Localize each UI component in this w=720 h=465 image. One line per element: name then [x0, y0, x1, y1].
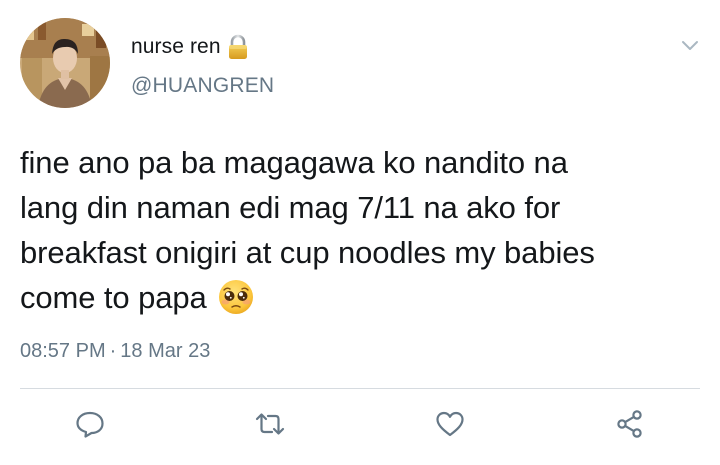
- tweet-text-line-last: come to papa: [20, 275, 710, 320]
- heart-icon: [436, 411, 464, 437]
- display-name[interactable]: nurse ren: [131, 35, 221, 59]
- lock-icon: [227, 34, 249, 60]
- share-button[interactable]: [610, 404, 650, 444]
- tweet-text-line: fine ano pa ba magagawa ko nandito na: [20, 145, 568, 180]
- tweet-text-line: lang din naman edi mag 7/11 na ako for: [20, 190, 561, 225]
- chevron-down-icon[interactable]: [679, 34, 701, 56]
- like-button[interactable]: [430, 404, 470, 444]
- tweet-text-line: come to papa: [20, 280, 207, 315]
- timestamp[interactable]: 08:57 PM · 18 Mar 23: [20, 340, 210, 363]
- retweet-button[interactable]: [250, 404, 290, 444]
- avatar-image: [20, 18, 110, 108]
- avatar[interactable]: [20, 18, 110, 108]
- tweet-text: fine ano pa ba magagawa ko nandito na la…: [20, 140, 710, 320]
- reply-icon: [76, 411, 104, 438]
- tweet-text-line: breakfast onigiri at cup noodles my babi…: [20, 235, 595, 270]
- handle[interactable]: @HUANGREN: [131, 74, 274, 98]
- divider: [20, 388, 700, 389]
- reply-button[interactable]: [70, 404, 110, 444]
- tweet-time: 08:57 PM: [20, 340, 106, 362]
- author-row: nurse ren: [131, 32, 249, 62]
- timestamp-separator: ·: [109, 340, 117, 362]
- pleading-face-emoji: [217, 278, 255, 316]
- share-icon: [617, 410, 642, 438]
- tweet-date: 18 Mar 23: [120, 340, 211, 362]
- tweet-card: nurse ren @HUANGREN fine ano pa ba magag…: [0, 0, 720, 465]
- retweet-icon: [255, 413, 285, 435]
- action-bar: [0, 404, 720, 448]
